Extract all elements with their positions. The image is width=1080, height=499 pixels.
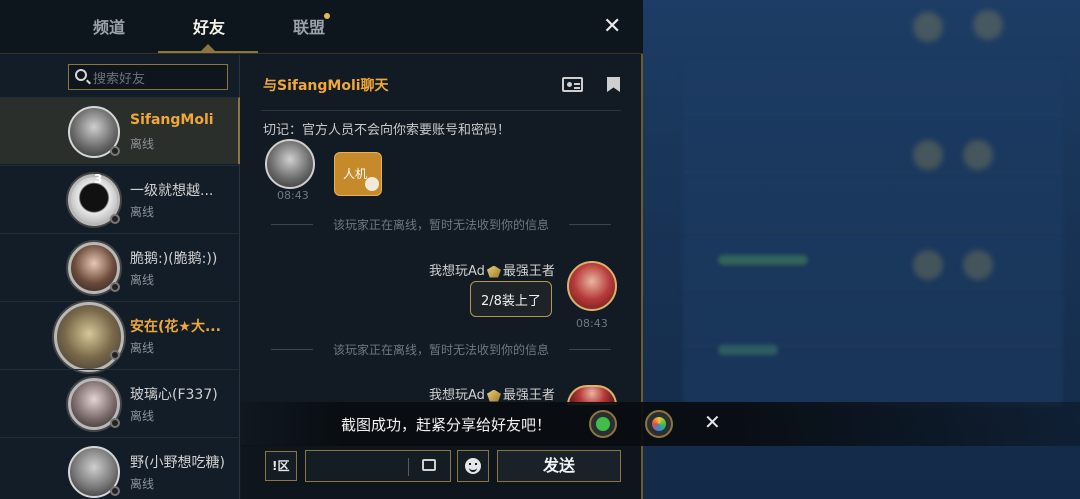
friend-item[interactable]: 脆鹅:)(脆鹅:)) 离线 xyxy=(0,233,240,300)
my-avatar xyxy=(567,261,617,311)
offline-status-icon xyxy=(110,418,120,428)
blurred-icon xyxy=(913,250,943,280)
sender-name: 我想玩Ad xyxy=(429,264,485,279)
blurred-bar xyxy=(718,255,808,265)
close-icon[interactable]: ✕ xyxy=(704,410,721,434)
voice-toggle-button[interactable]: !区 xyxy=(265,451,297,481)
divider xyxy=(261,110,621,111)
message-text: 2/8装上了 xyxy=(481,294,541,309)
friend-list: 搜索好友 SifangMoli 离线 3 一级就想越... 离线 脆鹅:)(脆鹅… xyxy=(0,55,240,499)
tab-bar: 频道 好友 联盟 ✕ xyxy=(0,0,643,54)
divider xyxy=(408,458,409,476)
sender-rank: 最强王者 xyxy=(502,388,555,403)
sender-rank: 最强王者 xyxy=(502,264,555,279)
friend-name: 安在(花★大... xyxy=(130,319,221,335)
input-bar: !区 发送 xyxy=(241,445,641,499)
close-icon[interactable]: ✕ xyxy=(603,14,621,39)
friend-status: 离线 xyxy=(130,137,155,151)
offline-status-icon xyxy=(110,146,120,156)
profile-card-icon[interactable] xyxy=(562,77,583,92)
offline-status-icon xyxy=(110,282,120,292)
friend-item[interactable]: 安在(花★大... 离线 xyxy=(0,301,240,372)
friend-item[interactable]: 3 一级就想越... 离线 xyxy=(0,165,240,232)
sender-line: 我想玩Ad 最强王者 xyxy=(429,260,555,279)
message-time: 08:43 xyxy=(576,317,608,330)
blurred-icon xyxy=(913,12,943,42)
sender-line: 我想玩Ad 最强王者 xyxy=(429,384,555,403)
search-placeholder: 搜索好友 xyxy=(93,72,146,87)
blurred-icon xyxy=(963,140,993,170)
tab-alliance[interactable]: 联盟 xyxy=(293,14,325,38)
text-message[interactable]: 2/8装上了 xyxy=(470,281,552,317)
sticker-message[interactable]: 人机 xyxy=(334,152,382,196)
search-icon xyxy=(75,69,87,81)
avatar xyxy=(54,302,124,372)
blurred-icon xyxy=(913,140,943,170)
sender-name: 我想玩Ad xyxy=(429,388,485,403)
active-tab-arrow xyxy=(200,44,216,52)
system-message: 该玩家正在离线，暂时无法收到你的信息 xyxy=(271,341,611,358)
friend-name: 一级就想越... xyxy=(130,183,214,199)
emoji-icon xyxy=(465,458,481,474)
offline-status-icon xyxy=(110,486,120,496)
friend-item[interactable]: SifangMoli 离线 xyxy=(0,97,240,164)
screenshot-toast: 截图成功，赶紧分享给好友吧！ ✕ xyxy=(240,402,1080,446)
pet-icon xyxy=(365,177,379,191)
friend-name: 脆鹅:)(脆鹅:)) xyxy=(130,251,218,267)
rank-icon xyxy=(486,265,501,278)
friend-avatar xyxy=(265,139,315,189)
blurred-row xyxy=(683,292,1063,348)
friend-status: 离线 xyxy=(130,341,155,355)
security-warning: 切记：官方人员不会向你索要账号和密码！ xyxy=(263,123,511,138)
moments-share-button[interactable] xyxy=(645,410,673,438)
friend-status: 离线 xyxy=(130,205,155,219)
friend-status: 离线 xyxy=(130,409,155,423)
message-time: 08:43 xyxy=(277,189,309,202)
rank-icon xyxy=(486,389,501,402)
friend-status: 离线 xyxy=(130,273,155,287)
search-input[interactable]: 搜索好友 xyxy=(68,64,228,90)
toast-text: 截图成功，赶紧分享给好友吧！ xyxy=(341,416,552,434)
system-message: 该玩家正在离线，暂时无法收到你的信息 xyxy=(271,216,611,233)
blurred-icon xyxy=(973,10,1003,40)
chat-title: 与SifangMoli聊天 xyxy=(263,78,389,94)
wechat-share-button[interactable] xyxy=(589,410,617,438)
friend-status: 离线 xyxy=(130,477,155,491)
emoji-button[interactable] xyxy=(457,450,489,482)
tab-channel[interactable]: 频道 xyxy=(93,14,125,38)
blurred-row xyxy=(683,350,1063,406)
friend-name: SifangMoli xyxy=(130,112,214,128)
level-badge: 3 xyxy=(94,172,103,186)
message-input[interactable] xyxy=(305,450,451,482)
friend-name: 玻璃心(F337) xyxy=(130,387,218,403)
notification-dot xyxy=(324,13,330,19)
friend-name: 野(小野想吃糖) xyxy=(130,455,225,471)
moments-icon xyxy=(652,417,666,431)
offline-status-icon xyxy=(110,214,120,224)
blurred-icon xyxy=(963,250,993,280)
quick-phrase-icon[interactable] xyxy=(422,459,436,471)
blurred-bar xyxy=(718,345,778,355)
blurred-row xyxy=(683,60,1063,116)
send-button[interactable]: 发送 xyxy=(497,450,621,482)
wechat-icon xyxy=(596,417,610,431)
offline-status-icon xyxy=(110,350,120,360)
report-flag-icon[interactable] xyxy=(607,77,620,92)
blurred-row xyxy=(683,118,1063,174)
sticker-label: 人机 xyxy=(343,167,368,181)
blurred-row xyxy=(683,176,1063,232)
voice-icon-label: !区 xyxy=(272,459,290,473)
tab-friends[interactable]: 好友 xyxy=(193,14,225,38)
friend-item[interactable]: 野(小野想吃糖) 离线 xyxy=(0,437,240,499)
friend-item[interactable]: 玻璃心(F337) 离线 xyxy=(0,369,240,436)
